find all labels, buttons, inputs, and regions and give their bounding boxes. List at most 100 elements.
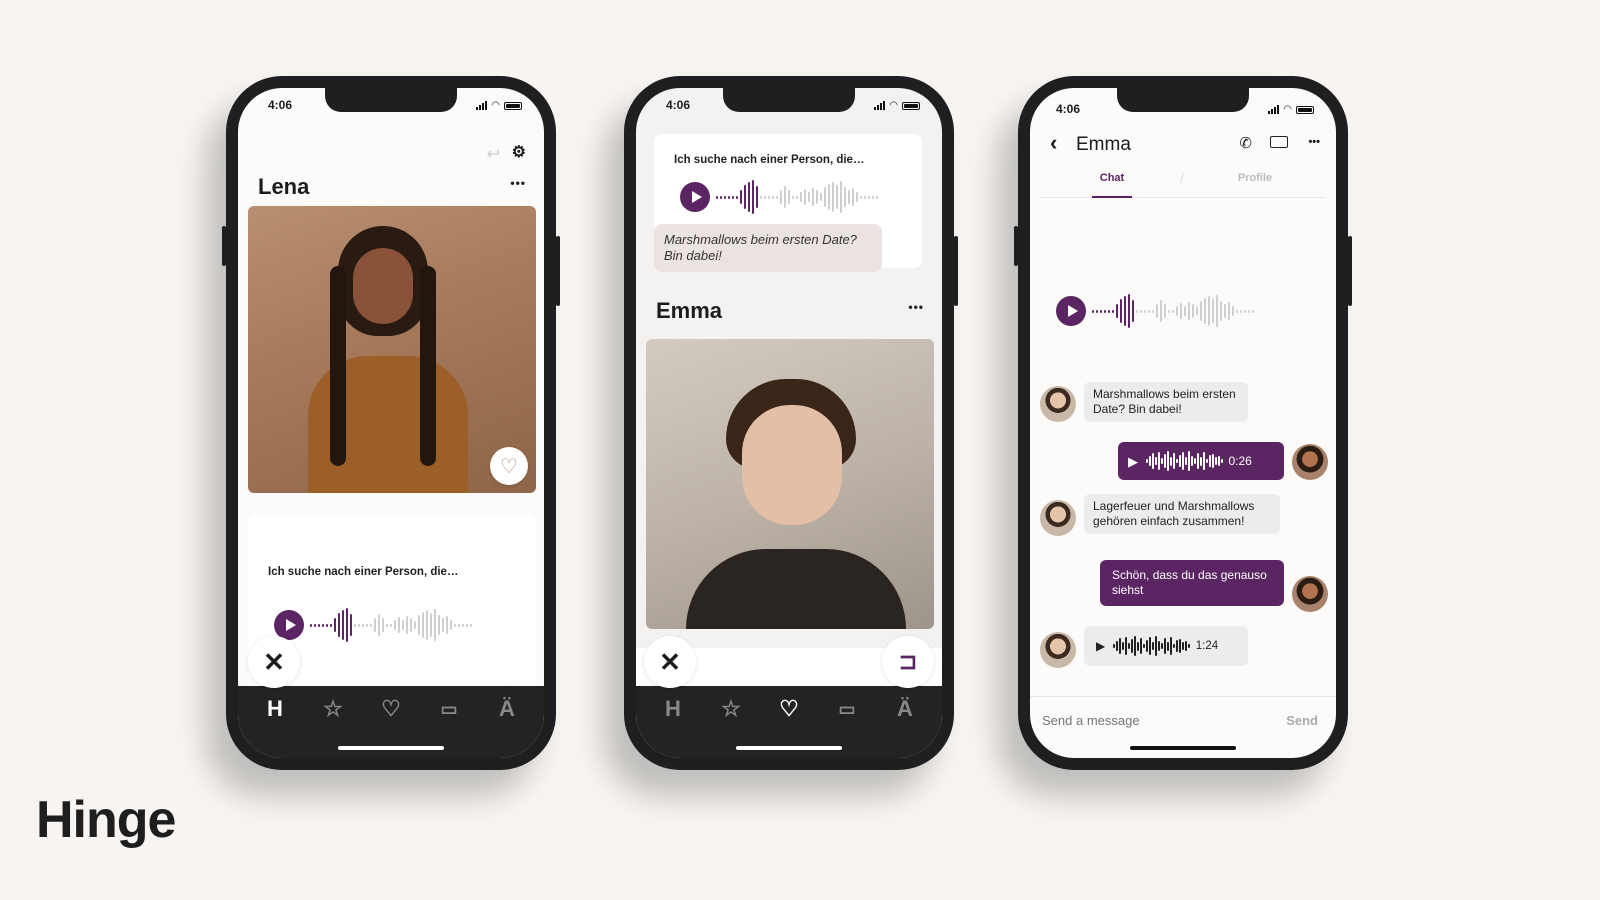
more-options-button[interactable]: ••• (908, 300, 924, 314)
waveform-bar (844, 187, 846, 207)
more-options-button[interactable]: ••• (1308, 136, 1320, 148)
like-photo-button[interactable]: ♡ (490, 447, 528, 485)
tab-divider: / (1180, 170, 1184, 186)
filter-icon[interactable]: ⚙ (512, 142, 526, 162)
video-call-icon[interactable] (1270, 136, 1288, 148)
waveform-bar (760, 195, 762, 199)
voice-player[interactable] (680, 172, 878, 222)
waveform-bar (1152, 452, 1154, 470)
waveform-bar (840, 181, 842, 213)
waveform-bar (1125, 637, 1127, 655)
phone-call-icon[interactable]: ✆ (1239, 134, 1252, 152)
waveform-bar (1104, 309, 1106, 313)
waveform-bar (756, 186, 758, 208)
side-button (954, 236, 958, 306)
waveform-bar (736, 195, 738, 199)
play-icon[interactable]: ▶ (1096, 639, 1105, 654)
waveform-bar (1170, 456, 1172, 466)
chat-header-name: Emma (1076, 134, 1131, 155)
waveform-bar (1149, 637, 1151, 655)
waveform-bar (732, 195, 734, 199)
tab-home[interactable]: H (655, 696, 691, 722)
tab-matches[interactable]: ▭ (431, 696, 467, 722)
waveform[interactable] (716, 172, 878, 222)
battery-icon (504, 101, 522, 110)
voice-prompt-question: Ich suche nach einer Person, die… (674, 154, 865, 166)
waveform-bar (1112, 309, 1114, 313)
phone-emma-chat: 4:06 ◠ ‹ Emma ✆ ••• Chat / Profile Marsh… (1014, 76, 1352, 770)
waveform-bar (812, 188, 814, 206)
play-icon[interactable]: ▶ (1128, 454, 1138, 469)
waveform-bar (1149, 455, 1151, 467)
skip-button[interactable]: ✕ (644, 636, 696, 688)
waveform[interactable] (310, 600, 472, 650)
tab-likes[interactable]: ♡ (771, 696, 807, 722)
notch (325, 88, 457, 112)
tab-profile-label: Profile (1237, 172, 1273, 184)
waveform-bar (1220, 301, 1222, 321)
waveform-bar (1146, 639, 1148, 653)
waveform-bar (860, 195, 862, 199)
send-comment-button[interactable]: ⊐ (882, 636, 934, 688)
skip-button[interactable]: ✕ (248, 636, 300, 688)
waveform[interactable] (1146, 448, 1223, 474)
voice-player[interactable] (274, 600, 472, 650)
waveform-bar (1236, 309, 1238, 313)
waveform-bar (442, 618, 444, 632)
more-options-button[interactable]: ••• (510, 176, 526, 190)
tab-chat[interactable]: Chat (1092, 172, 1132, 198)
back-button[interactable]: ‹ (1050, 130, 1057, 156)
tab-profile[interactable]: Ä (489, 696, 525, 722)
home-indicator (1130, 746, 1236, 750)
shared-voice-prompt[interactable] (1056, 286, 1254, 336)
tab-home[interactable]: H (257, 696, 293, 722)
send-button[interactable]: Send (1286, 713, 1318, 728)
waveform-bar (1208, 296, 1210, 326)
tab-profile[interactable]: Profile (1230, 172, 1280, 184)
waveform-bar (868, 195, 870, 199)
waveform-bar (1173, 644, 1175, 648)
person-icon: Ä (499, 696, 515, 721)
close-icon: ✕ (659, 646, 681, 677)
undo-icon[interactable]: ↩ (487, 144, 500, 164)
waveform-bar (422, 612, 424, 638)
waveform-bar (1221, 459, 1223, 463)
profile-name: Lena (258, 174, 310, 199)
tab-standouts[interactable]: ☆ (315, 696, 351, 722)
waveform-bar (1146, 459, 1148, 463)
waveform-bar (852, 188, 854, 206)
waveform-bar (772, 195, 774, 199)
tab-likes[interactable]: ♡ (373, 696, 409, 722)
waveform-bar (1116, 304, 1118, 318)
message-input[interactable] (1042, 707, 1262, 733)
waveform[interactable] (1113, 634, 1190, 658)
waveform[interactable] (1092, 286, 1254, 336)
waveform-bar (1140, 637, 1142, 655)
tab-standouts[interactable]: ☆ (713, 696, 749, 722)
waveform-bar (716, 195, 718, 199)
waveform-bar (462, 623, 464, 627)
waveform-bar (856, 192, 858, 202)
tab-profile[interactable]: Ä (887, 696, 923, 722)
waveform-bar (1176, 459, 1178, 463)
waveform-bar (1184, 306, 1186, 316)
play-icon[interactable] (1056, 296, 1086, 326)
waveform-bar (1137, 641, 1139, 651)
waveform-bar (816, 190, 818, 204)
tab-matches[interactable]: ▭ (829, 696, 865, 722)
heart-icon: ♡ (779, 696, 799, 721)
waveform-bar (1144, 309, 1146, 313)
profile-photo-emma (646, 339, 934, 629)
waveform-bar (426, 610, 428, 640)
notch (1117, 88, 1249, 112)
play-icon[interactable] (680, 182, 710, 212)
waveform-bar (792, 195, 794, 199)
phone-lena-profile: 4:06 ◠ ↩ ⚙ Lena ••• ♡ Ich suche nach ein… (222, 76, 560, 770)
screen: 4:06 ◠ ‹ Emma ✆ ••• Chat / Profile Marsh… (1030, 88, 1336, 758)
waveform-bar (1152, 642, 1154, 650)
waveform-bar (1248, 309, 1250, 313)
tab-chat-label: Chat (1099, 172, 1125, 184)
voice-message-bubble[interactable]: ▶ 0:26 (1118, 442, 1284, 480)
voice-message-bubble[interactable]: ▶ 1:24 (1084, 626, 1248, 666)
waveform-bar (1232, 306, 1234, 316)
